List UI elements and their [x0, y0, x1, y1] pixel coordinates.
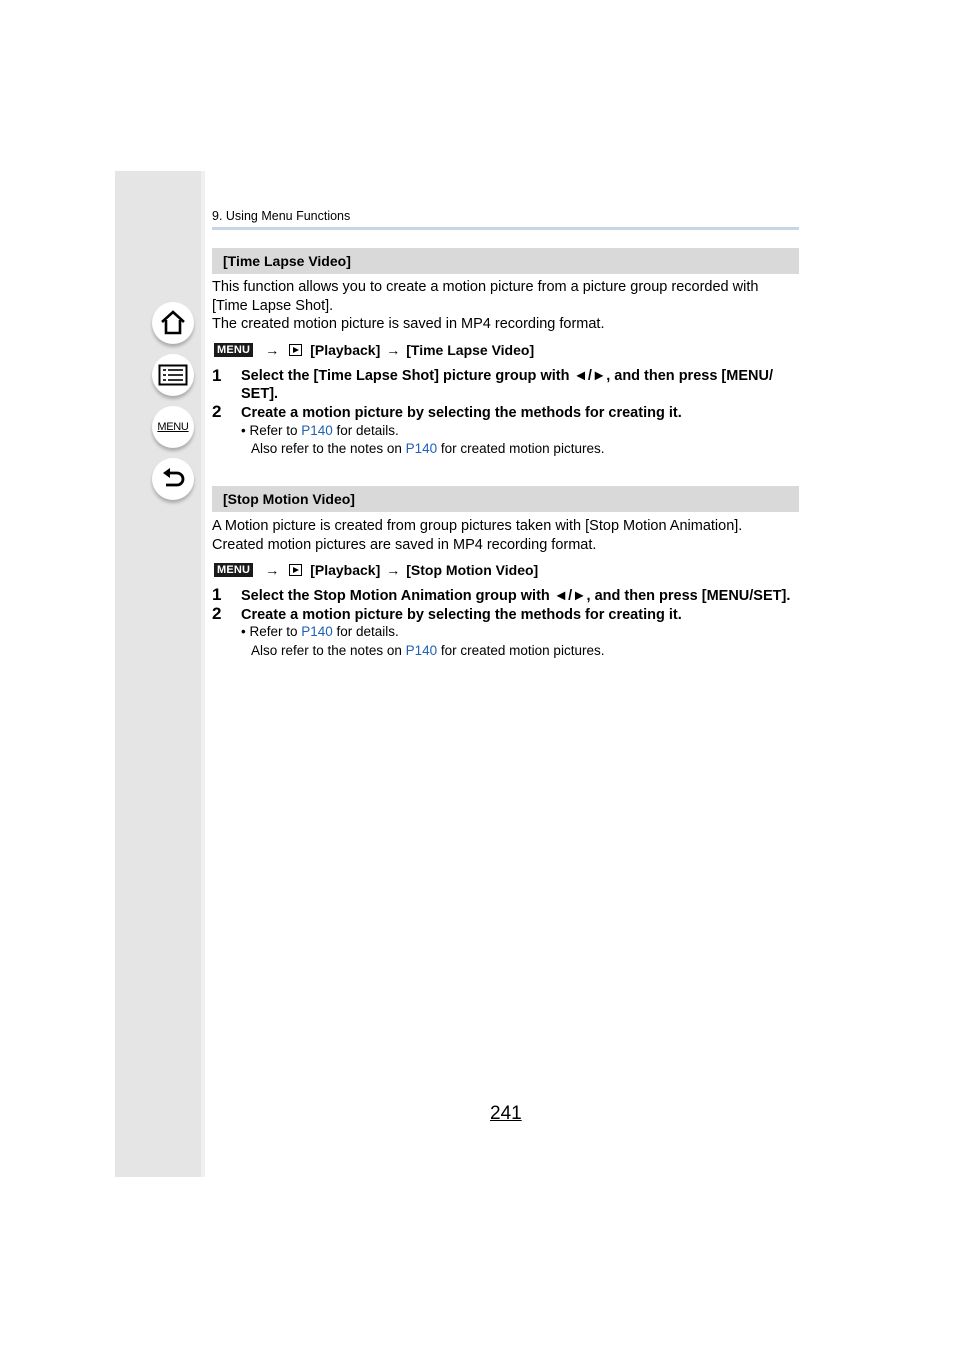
path-playback: [Playback] [310, 562, 381, 578]
note-text: for details. [332, 423, 399, 438]
note-text: • Refer to [241, 624, 302, 639]
path-arrow: → [386, 562, 401, 578]
section1-step2: Create a motion picture by selecting the… [241, 405, 682, 421]
section1-menu-path: MENU → [Playback] → [Time Lapse Video] [214, 342, 534, 358]
home-icon [161, 310, 185, 335]
step-number: 2 [212, 402, 222, 421]
menu-button[interactable]: MENU [152, 406, 194, 448]
section1-step1-line2: SET]. [241, 386, 279, 402]
section1-intro-line3: The created motion picture is saved in M… [212, 316, 605, 332]
playback-icon [289, 564, 303, 576]
page-link[interactable]: P140 [301, 624, 333, 639]
section2-step1: Select the Stop Motion Animation group w… [241, 588, 791, 604]
section1-note1: • Refer to P140 for details. [241, 422, 399, 440]
section2-intro: A Motion picture is created from group p… [212, 517, 799, 554]
section-title-time-lapse-video: [Time Lapse Video] [212, 248, 799, 274]
path-arrow: → [265, 342, 280, 358]
page-link[interactable]: P140 [301, 423, 333, 438]
page-link[interactable]: P140 [406, 441, 438, 456]
section2-intro-line1: A Motion picture is created from group p… [212, 518, 743, 534]
step-number: 1 [212, 366, 222, 385]
playback-icon [289, 344, 303, 356]
menu-label: MENU [157, 421, 189, 433]
sidebar-edge [201, 171, 205, 1177]
path-item: [Time Lapse Video] [406, 342, 535, 358]
section1-intro-line1: This function allows you to create a mot… [212, 279, 759, 295]
section2-menu-path: MENU → [Playback] → [Stop Motion Video] [214, 562, 538, 578]
section1-step1-line1: Select the [Time Lapse Shot] picture gro… [241, 368, 773, 384]
section1-step1: Select the [Time Lapse Shot] picture gro… [241, 367, 801, 403]
note-text: Also refer to the notes on [251, 441, 406, 456]
page-link[interactable]: P140 [406, 643, 438, 658]
section2-step2: Create a motion picture by selecting the… [241, 607, 682, 623]
note-text: for created motion pictures. [437, 441, 605, 456]
section1-intro-line2: [Time Lapse Shot]. [212, 297, 334, 314]
step-number: 2 [212, 604, 222, 623]
breadcrumb: 9. Using Menu Functions [212, 209, 351, 223]
back-arrow-icon [163, 468, 185, 487]
section2-intro-line2: Created motion pictures are saved in MP4… [212, 536, 597, 553]
note-text: for details. [332, 624, 399, 639]
menu-badge: MENU [214, 563, 254, 577]
note-text: for created motion pictures. [437, 643, 605, 658]
menu-badge: MENU [214, 343, 254, 357]
section2-note1: • Refer to P140 for details. [241, 623, 399, 641]
section1-intro: This function allows you to create a mot… [212, 278, 799, 334]
back-button[interactable] [152, 458, 194, 500]
section1-note2: Also refer to the notes on P140 for crea… [251, 440, 604, 458]
note-text: Also refer to the notes on [251, 643, 406, 658]
section2-note2: Also refer to the notes on P140 for crea… [251, 642, 604, 660]
path-arrow: → [386, 342, 401, 358]
step-number: 1 [212, 585, 222, 604]
section-title-stop-motion-video: [Stop Motion Video] [212, 486, 799, 512]
contents-list-icon [158, 364, 188, 386]
path-item: [Stop Motion Video] [406, 562, 539, 578]
contents-button[interactable] [152, 354, 194, 396]
page-number: 241 [490, 1103, 522, 1124]
path-playback: [Playback] [310, 342, 381, 358]
note-text: • Refer to [241, 423, 302, 438]
header-rule [212, 227, 799, 230]
path-arrow: → [265, 562, 280, 578]
home-button[interactable] [152, 302, 194, 344]
